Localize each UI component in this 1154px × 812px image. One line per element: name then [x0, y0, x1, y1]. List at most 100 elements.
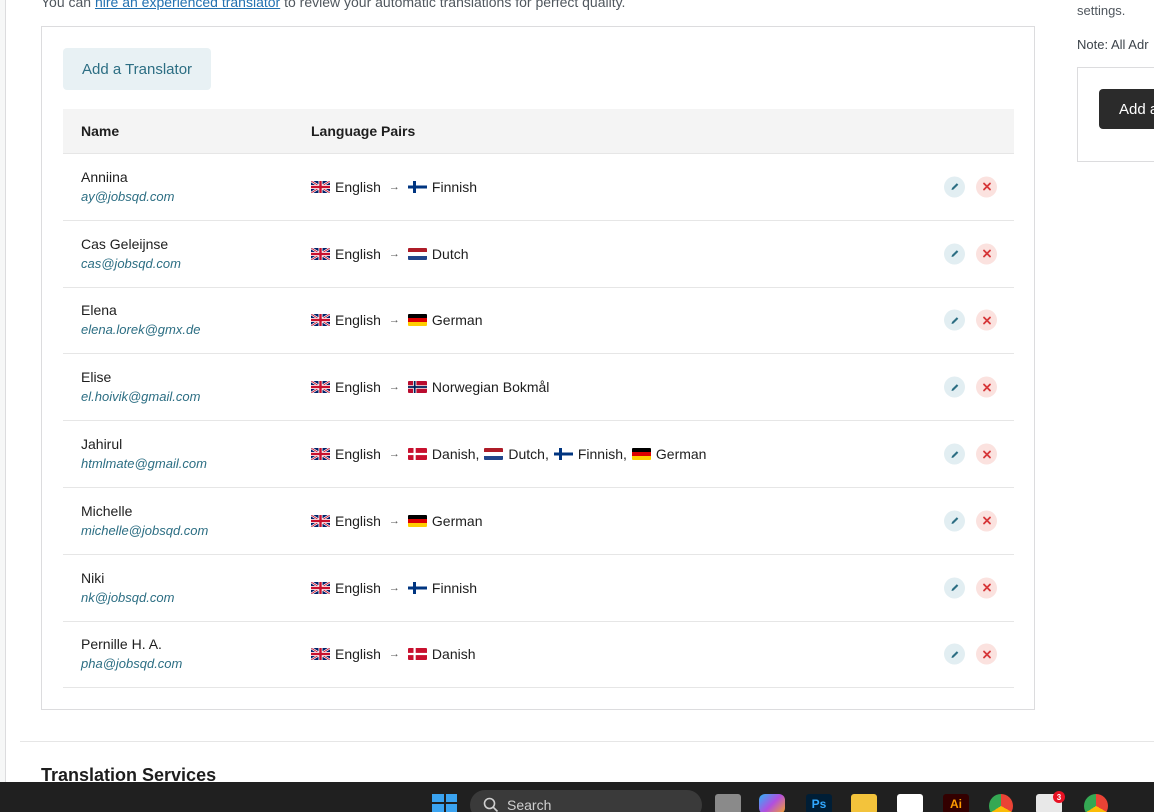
file-explorer-icon[interactable]	[851, 794, 877, 812]
arrow-icon: →	[388, 247, 400, 260]
language-pair: English → German	[293, 513, 483, 529]
edit-button[interactable]	[944, 176, 965, 198]
target-language-label: Dutch,	[508, 446, 549, 463]
source-language: English	[311, 379, 381, 395]
translator-email: cas@jobsqd.com	[81, 255, 181, 271]
sidebar-settings-text: settings.	[1077, 3, 1126, 18]
delete-button[interactable]	[976, 577, 997, 599]
delete-button[interactable]	[976, 176, 997, 198]
task-view-icon[interactable]	[715, 794, 741, 812]
translators-table: Name Language Pairs Anniina ay@jobsqd.com…	[63, 109, 1014, 689]
delete-button[interactable]	[976, 643, 997, 665]
edit-button[interactable]	[944, 577, 965, 599]
chrome-icon[interactable]	[989, 794, 1013, 812]
table-row: Cas Geleijnse cas@jobsqd.com English → Dutch	[63, 221, 1014, 288]
delete-button[interactable]	[976, 243, 997, 265]
pencil-icon	[951, 584, 958, 592]
flag-uk-icon	[311, 314, 330, 327]
target-language: Finnish	[407, 179, 477, 195]
delete-button[interactable]	[976, 510, 997, 532]
sidebar-box: Add a	[1077, 67, 1154, 162]
flag-uk-icon	[311, 448, 330, 461]
source-language-label: English	[335, 446, 381, 463]
chrome-profile-icon[interactable]	[1084, 794, 1108, 812]
language-pair: English → German	[293, 312, 483, 328]
store-icon[interactable]	[897, 794, 923, 812]
translator-cell: Cas Geleijnse cas@jobsqd.com	[63, 234, 293, 274]
source-language: English	[311, 446, 381, 462]
flag-de-icon	[407, 314, 427, 327]
arrow-icon: →	[388, 180, 400, 193]
sidebar-add-button[interactable]: Add a	[1099, 89, 1154, 129]
target-language-label: Norwegian Bokmål	[431, 379, 550, 396]
taskbar-search[interactable]: Search	[470, 790, 702, 812]
illustrator-icon[interactable]: Ai	[943, 794, 969, 812]
edit-button[interactable]	[944, 643, 965, 665]
arrow-icon: →	[388, 648, 400, 661]
delete-button[interactable]	[976, 376, 997, 398]
table-row: Jahirul htmlmate@gmail.com English → Danish,…	[63, 421, 1014, 488]
row-actions	[944, 376, 997, 398]
flag-nl-icon	[407, 247, 427, 260]
table-row: Niki nk@jobsqd.com English → Finnish	[63, 555, 1014, 622]
hire-translator-link[interactable]: hire an experienced translator	[95, 0, 280, 10]
flag-uk-icon	[311, 381, 330, 394]
language-pair: English → Finnish	[293, 179, 477, 195]
windows-start-icon[interactable]	[432, 794, 457, 812]
notification-badge: 3	[1053, 791, 1065, 803]
target-language-label: Danish	[431, 646, 476, 663]
language-pair: English → Norwegian Bokmål	[293, 379, 549, 395]
edit-button[interactable]	[944, 510, 965, 532]
target-language: Dutch	[407, 245, 469, 262]
language-pair: English → Danish, Dutch, Finnish, German	[293, 446, 706, 462]
flag-de-icon	[407, 514, 427, 527]
pencil-icon	[951, 383, 958, 391]
arrow-icon: →	[388, 314, 400, 327]
photoshop-icon[interactable]: Ps	[806, 794, 832, 812]
add-translator-button[interactable]: Add a Translator	[63, 48, 211, 90]
translator-email: el.hoivik@gmail.com	[81, 389, 201, 405]
source-language-label: English	[335, 646, 381, 663]
flag-uk-icon	[311, 581, 330, 594]
delete-button[interactable]	[976, 309, 997, 331]
target-language-label: German	[655, 446, 707, 463]
language-pair: English → Dutch	[293, 246, 469, 262]
translators-panel: Add a Translator Name Language Pairs Ann…	[41, 26, 1035, 710]
close-icon	[982, 516, 991, 525]
table-row: Pernille H. A. pha@jobsqd.com English → Dani…	[63, 622, 1014, 689]
row-actions	[944, 510, 997, 532]
translator-name: Anniina	[81, 168, 128, 185]
pencil-icon	[951, 450, 958, 458]
search-icon	[483, 797, 499, 812]
close-icon	[982, 316, 991, 325]
copilot-icon[interactable]	[759, 794, 785, 812]
target-language-label: Dutch	[431, 245, 469, 262]
flag-fi-icon	[407, 180, 427, 193]
source-language: English	[311, 513, 381, 529]
source-language-label: English	[335, 579, 381, 596]
edit-button[interactable]	[944, 376, 965, 398]
pencil-icon	[951, 651, 958, 658]
translator-name: Michelle	[81, 502, 133, 519]
edit-button[interactable]	[944, 309, 965, 331]
edit-button[interactable]	[944, 243, 965, 265]
edit-button[interactable]	[944, 443, 965, 465]
pencil-icon	[951, 317, 958, 324]
flag-nl-icon	[484, 448, 504, 461]
table-row: Elena elena.lorek@gmx.de English → German	[63, 288, 1014, 355]
translator-cell: Michelle michelle@jobsqd.com	[63, 501, 293, 541]
translator-email: htmlmate@gmail.com	[81, 456, 207, 472]
delete-button[interactable]	[976, 443, 997, 465]
flag-fi-icon	[407, 581, 427, 594]
target-language-label: German	[431, 312, 483, 329]
translator-cell: Elena elena.lorek@gmx.de	[63, 300, 293, 340]
language-pairs-column-header: Language Pairs	[311, 123, 416, 139]
target-language: Finnish	[407, 579, 478, 596]
translator-name: Pernille H. A.	[81, 636, 162, 653]
source-language-label: English	[335, 178, 381, 195]
translator-cell: Jahirul htmlmate@gmail.com	[63, 434, 293, 474]
translator-name: Cas Geleijnse	[81, 235, 169, 252]
flag-dk-icon	[407, 448, 427, 461]
pencil-icon	[951, 183, 958, 191]
target-language-label: Finnish	[431, 579, 478, 596]
